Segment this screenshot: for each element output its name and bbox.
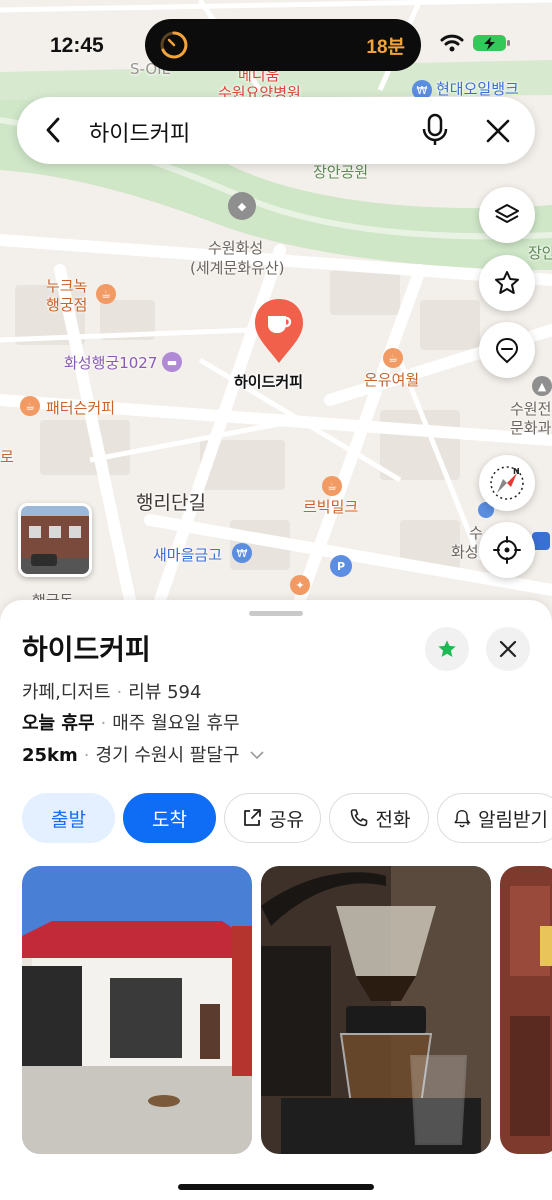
svg-text:N: N [513, 467, 520, 476]
map-label-heritage: (세계문화유산) [190, 259, 285, 277]
map-label-jangan-park: 장안공원 [313, 163, 369, 181]
address: 경기 수원시 팔달구 [95, 745, 240, 766]
map-label-hwaseong-short: 화성 [451, 543, 479, 561]
map-label-hwaseong: 수원화성 [208, 239, 264, 257]
review-count[interactable]: 리뷰 594 [128, 682, 201, 703]
map-label-nukeunok-branch: 행궁점 [46, 296, 88, 314]
arrive-button[interactable]: 도착 [123, 793, 216, 843]
chevron-left-icon[interactable] [39, 115, 69, 145]
compass-button[interactable]: N [479, 455, 535, 511]
map-label-hwaseong-1027: 화성행궁1027 [64, 354, 158, 372]
status-time: 12:45 [50, 34, 104, 57]
hours-line[interactable]: 오늘 휴무 · 매주 월요일 휴무 [22, 709, 240, 735]
location-pin-icon [495, 337, 519, 364]
current-location-button[interactable] [479, 522, 535, 578]
call-label: 전화 [375, 808, 411, 831]
favorite-button[interactable] [425, 627, 469, 671]
battery-icon [473, 35, 510, 51]
bell-icon [454, 809, 471, 828]
layers-button[interactable] [479, 187, 535, 243]
street-view-thumbnail[interactable] [18, 503, 92, 577]
call-button[interactable]: 전화 [329, 793, 429, 843]
sheet-grabber[interactable] [249, 611, 303, 616]
photo-third-image [500, 866, 552, 1154]
map-label-rebigmilk: 르빅밀크 [303, 498, 359, 516]
map-label-haengridan: 행리단길 [136, 492, 206, 514]
place-title: 하이드커피 [22, 633, 151, 666]
map-label-suwon-culture: 수원전 [510, 400, 552, 418]
photo-pour-over-image [261, 866, 491, 1154]
photo-exterior[interactable] [22, 866, 252, 1154]
wifi-icon [440, 34, 464, 52]
close-icon [499, 640, 517, 658]
crosshair-icon [493, 536, 521, 564]
restaurant-icon: ✦ [290, 575, 310, 595]
my-places-button[interactable] [479, 322, 535, 378]
timer-remaining: 18분 [366, 37, 405, 58]
selected-place-pin-icon[interactable] [253, 297, 305, 365]
distance: 25km [22, 745, 78, 766]
bank-icon: ₩ [232, 543, 252, 563]
map-label-ro: 로 [0, 448, 14, 466]
favorites-button[interactable] [479, 255, 535, 311]
map-label-ondu: 온유여월 [364, 371, 420, 389]
phone-icon [350, 809, 367, 827]
notify-button[interactable]: 알림받기 [437, 793, 552, 843]
category-line: 카페,디저트 · 리뷰 594 [22, 682, 202, 703]
pin-label: 하이드커피 [234, 373, 304, 391]
hotel-icon: ▬ [162, 352, 182, 372]
address-line[interactable]: 25km · 경기 수원시 팔달구 [22, 741, 265, 767]
parking-icon: P [330, 555, 352, 577]
share-icon [244, 809, 261, 826]
museum-icon: ▲ [532, 376, 552, 396]
map-label-nukeunok: 누크녹 [46, 277, 88, 295]
cafe-icon: ☕ [383, 348, 403, 368]
star-filled-icon [438, 640, 456, 657]
street-view-image [21, 506, 89, 574]
map-label-pattersons: 패터슨커피 [46, 399, 116, 417]
map-view[interactable]: S-OIL 메디움 수원요양병원 ₩ 현대오일뱅크 장안공원 장안 ◆ 수원화성… [0, 0, 552, 640]
notify-label: 알림받기 [478, 808, 548, 831]
place-detail-sheet[interactable]: 하이드커피 카페,디저트 · 리뷰 594 오늘 휴무 · 매주 월요일 휴무 25km… [0, 600, 552, 1200]
action-buttons: 출발 도착 공유 전화 알림받기 [22, 793, 552, 843]
holiday-info: 매주 월요일 휴무 [112, 713, 240, 734]
depart-button[interactable]: 출발 [22, 793, 115, 843]
today-status: 오늘 휴무 [22, 713, 95, 734]
layers-icon [495, 204, 519, 223]
cafe-icon: ☕ [322, 476, 342, 496]
dynamic-island[interactable]: 18분 [145, 19, 421, 71]
landmark-icon: ◆ [228, 192, 256, 220]
cafe-icon: ☕ [96, 284, 116, 304]
compass-icon: N [490, 466, 524, 500]
share-button[interactable]: 공유 [224, 793, 321, 843]
timer-ring-icon [160, 31, 188, 59]
chevron-down-icon [250, 751, 264, 760]
share-label: 공유 [269, 808, 304, 831]
home-indicator[interactable] [178, 1184, 374, 1190]
cafe-icon: ☕ [20, 396, 40, 416]
close-sheet-button[interactable] [486, 627, 530, 671]
search-query[interactable]: 하이드커피 [89, 116, 190, 148]
star-icon [495, 271, 519, 294]
place-category: 카페,디저트 [22, 682, 111, 703]
photo-pour-over[interactable] [261, 866, 491, 1154]
status-bar: 12:45 18분 [0, 0, 552, 84]
map-label-jangan: 장안 [528, 244, 552, 262]
mic-icon[interactable] [419, 112, 451, 148]
search-bar[interactable]: 하이드커피 [17, 97, 535, 164]
map-label-saemaeul: 새마을금고 [153, 546, 223, 564]
photo-third[interactable] [500, 866, 552, 1154]
photo-exterior-image [22, 866, 252, 1154]
close-icon[interactable] [482, 115, 514, 147]
map-label-suwon-culture-2: 문화과 [510, 419, 552, 437]
